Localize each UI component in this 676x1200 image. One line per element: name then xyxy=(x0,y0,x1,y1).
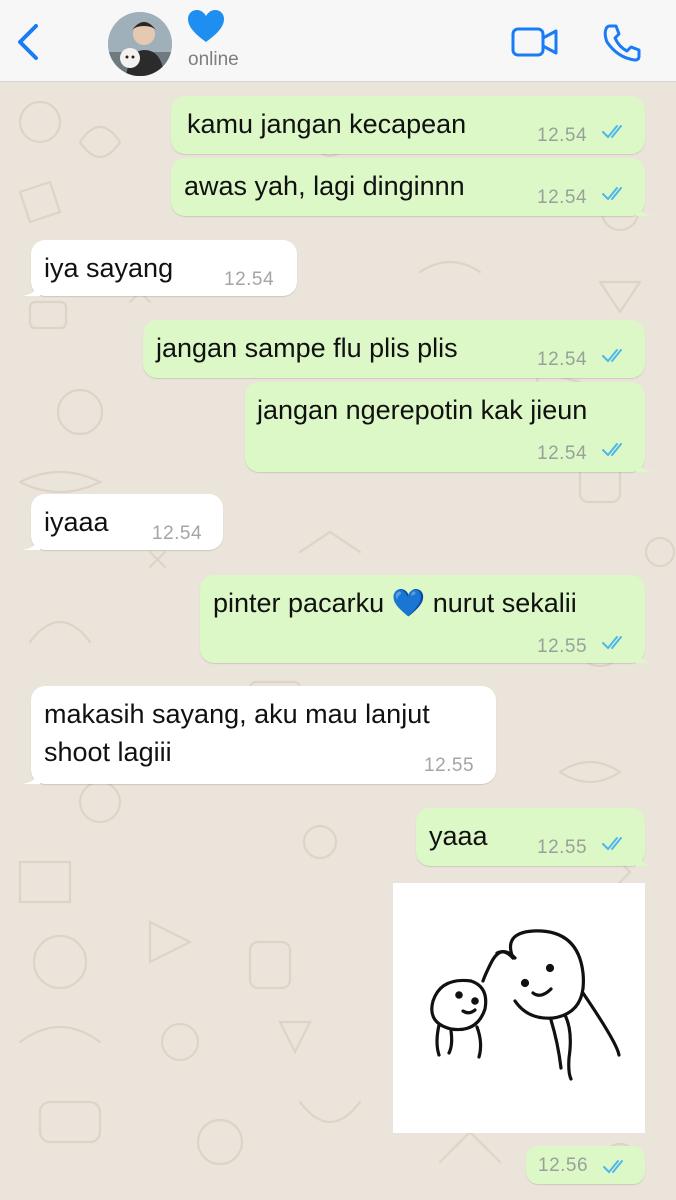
back-button[interactable] xyxy=(10,20,46,64)
message-time: 12.54 xyxy=(224,269,275,290)
message-outgoing[interactable]: yaaa 12.55 xyxy=(416,808,654,866)
voice-call-button[interactable] xyxy=(600,20,644,64)
message-time: 12.54 xyxy=(537,187,588,208)
contact-status: online xyxy=(188,49,239,70)
message-incoming[interactable]: makasih sayang, aku mau lanjut shoot lag… xyxy=(22,686,496,784)
message-outgoing[interactable]: kamu jangan kecapean 12.54 xyxy=(171,96,645,154)
message-time: 12.54 xyxy=(537,349,588,370)
sticker-timestamp: 12.56 xyxy=(526,1146,645,1184)
message-text: iyaaa xyxy=(44,507,109,537)
video-call-button[interactable] xyxy=(510,24,560,60)
read-ticks-icon xyxy=(602,443,622,457)
message-text: pinter pacarku 💙 nurut sekalii xyxy=(213,588,577,618)
message-text-line-2: shoot lagiii xyxy=(44,737,172,767)
message-outgoing[interactable]: jangan sampe flu plis plis 12.54 xyxy=(143,320,645,378)
message-time: 12.54 xyxy=(537,443,588,464)
message-outgoing[interactable]: jangan ngerepotin kak jieun 12.54 xyxy=(245,382,654,472)
read-ticks-icon xyxy=(602,125,622,139)
message-time: 12.54 xyxy=(537,125,588,146)
read-ticks-icon xyxy=(602,349,622,363)
message-time: 12.55 xyxy=(537,636,588,657)
chat-header: 💙 online xyxy=(0,0,676,82)
message-text-line-1: makasih sayang, aku mau lanjut xyxy=(44,699,430,729)
contact-name[interactable]: 💙 xyxy=(188,10,228,48)
read-ticks-icon xyxy=(602,187,622,201)
message-outgoing[interactable]: pinter pacarku 💙 nurut sekalii 12.55 xyxy=(200,575,654,663)
message-time: 12.56 xyxy=(538,1155,589,1176)
video-call-icon xyxy=(511,27,558,57)
message-text: yaaa xyxy=(429,821,488,851)
message-incoming[interactable]: iya sayang 12.54 xyxy=(22,240,297,296)
contact-avatar[interactable] xyxy=(108,12,172,76)
message-text: iya sayang xyxy=(44,253,174,283)
message-outgoing[interactable]: awas yah, lagi dinginnn 12.54 xyxy=(171,158,654,216)
hug-sticker[interactable] xyxy=(393,883,645,1133)
message-incoming[interactable]: iyaaa 12.54 xyxy=(22,494,223,550)
message-time: 12.55 xyxy=(537,837,588,858)
phone-icon xyxy=(603,24,641,62)
message-text: kamu jangan kecapean xyxy=(187,109,467,139)
message-text: jangan sampe flu plis plis xyxy=(156,333,458,363)
read-ticks-icon xyxy=(602,837,622,851)
message-time: 12.55 xyxy=(424,755,475,776)
read-ticks-icon xyxy=(602,636,622,650)
message-text: awas yah, lagi dinginnn xyxy=(184,171,465,201)
message-text: jangan ngerepotin kak jieun xyxy=(257,395,588,425)
blue-heart-icon xyxy=(188,10,224,42)
message-time: 12.54 xyxy=(152,523,203,544)
chevron-left-icon xyxy=(18,24,38,60)
read-ticks-icon xyxy=(603,1160,623,1174)
